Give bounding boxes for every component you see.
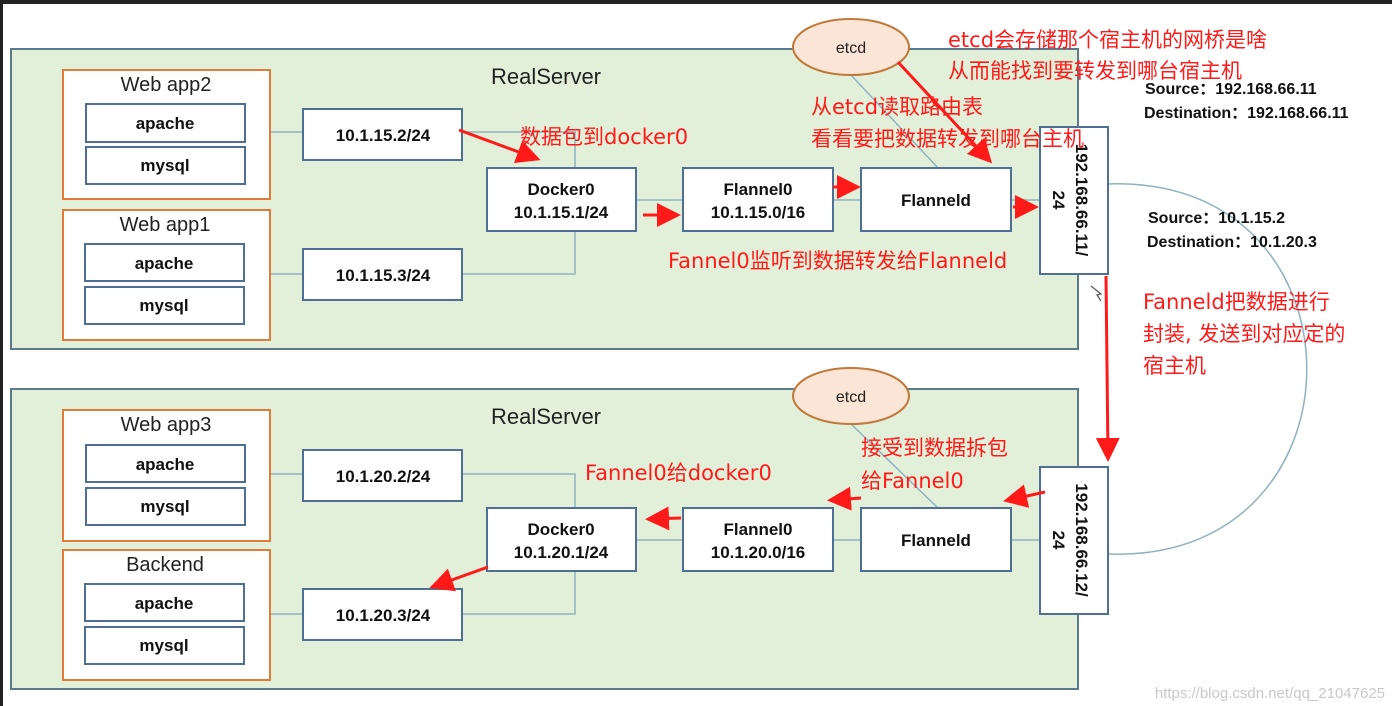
annotation-flannel0-listen: Fannel0监听到数据转发给Flanneld	[668, 249, 1007, 273]
inner-packet-source: Source：10.1.15.2	[1148, 210, 1285, 227]
app-container: Backend apache mysql	[62, 549, 271, 681]
service-mysql: mysql	[139, 296, 188, 315]
flannel0-label: Flannel0	[724, 520, 793, 539]
host-mask: 24	[1049, 191, 1068, 210]
watermark: https://blog.csdn.net/qq_21047625	[1155, 685, 1385, 702]
flannel0-ip: 10.1.15.0/16	[711, 203, 806, 222]
annotation-unpack: 给Fannel0	[861, 469, 964, 493]
annotation-encapsulate: 宿主机	[1143, 354, 1206, 378]
service-apache: apache	[135, 594, 194, 613]
annotation-etcd-store: 从而能找到要转发到哪台宿主机	[948, 59, 1242, 83]
veth-ip: 10.1.15.2/24	[336, 126, 431, 145]
service-apache: apache	[136, 114, 195, 133]
etcd-label: etcd	[836, 40, 866, 57]
veth-ip: 10.1.15.3/24	[336, 266, 431, 285]
flanneld-label: Flanneld	[901, 531, 971, 550]
flannel0-ip: 10.1.20.0/16	[711, 543, 806, 562]
inner-packet-destination: Destination：10.1.20.3	[1147, 234, 1317, 251]
service-mysql: mysql	[140, 497, 189, 516]
annotation-encapsulate: Fanneld把数据进行	[1143, 290, 1330, 314]
flanneld-label: Flanneld	[901, 191, 971, 210]
docker0-label: Docker0	[527, 520, 594, 539]
annotation-to-docker0-bottom: Fannel0给docker0	[585, 461, 772, 485]
service-mysql: mysql	[140, 156, 189, 175]
annotation-read-route: 从etcd读取路由表	[811, 95, 983, 119]
flannel-network-diagram: RealServer Web app2 apache mysql Web app…	[0, 0, 1392, 706]
app-container: Web app3 apache mysql	[62, 409, 271, 542]
veth-ip: 10.1.20.2/24	[336, 467, 431, 486]
annotation-to-docker0: 数据包到docker0	[520, 125, 688, 149]
mouse-cursor-icon	[1090, 285, 1103, 302]
bottom-realserver: RealServer Web app3 apache mysql Backend…	[10, 367, 1109, 690]
server-label: RealServer	[491, 404, 601, 429]
app-title: Web app2	[121, 74, 212, 96]
app-title: Web app1	[120, 214, 211, 236]
outer-packet-destination: Destination：192.168.66.11	[1144, 105, 1349, 122]
service-mysql: mysql	[139, 636, 188, 655]
annotation-read-route: 看看要把数据转发到哪台主机	[811, 127, 1084, 151]
docker0-ip: 10.1.20.1/24	[514, 543, 609, 562]
host-ip: 192.168.66.12/	[1072, 483, 1091, 597]
app-container: Web app1 apache mysql	[62, 209, 271, 341]
service-apache: apache	[135, 254, 194, 273]
app-title: Web app3	[121, 414, 212, 436]
top-realserver: RealServer Web app2 apache mysql Web app…	[10, 18, 1109, 350]
outer-packet-source: Source：192.168.66.11	[1145, 81, 1317, 98]
docker0-ip: 10.1.15.1/24	[514, 203, 609, 222]
service-apache: apache	[136, 455, 195, 474]
etcd-label: etcd	[836, 389, 866, 406]
docker0-label: Docker0	[527, 180, 594, 199]
host-mask: 24	[1049, 531, 1068, 550]
flannel0-label: Flannel0	[724, 180, 793, 199]
server-label: RealServer	[491, 64, 601, 89]
host-ip: 192.168.66.11/	[1072, 144, 1091, 257]
veth-ip: 10.1.20.3/24	[336, 606, 431, 625]
annotation-etcd-store: etcd会存储那个宿主机的网桥是啥	[948, 28, 1267, 52]
app-container: Web app2 apache mysql	[62, 69, 271, 200]
annotation-encapsulate: 封装, 发送到对应定的	[1143, 322, 1345, 346]
annotation-unpack: 接受到数据拆包	[861, 436, 1008, 460]
app-title: Backend	[126, 554, 204, 576]
